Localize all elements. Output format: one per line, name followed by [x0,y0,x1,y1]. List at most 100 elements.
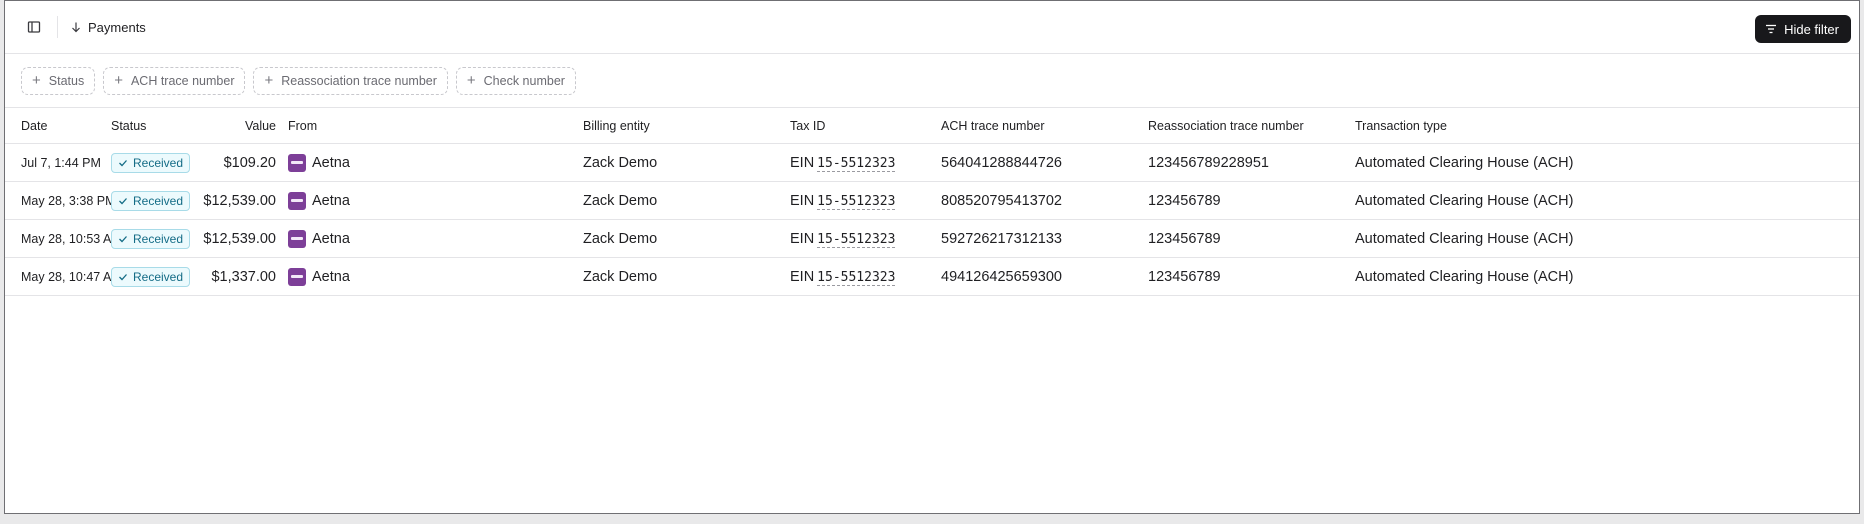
breadcrumb[interactable]: Payments [70,20,146,35]
header-divider [57,16,58,38]
ach-trace-cell: 592726217312133 [941,219,1148,258]
ach-trace-cell: 808520795413702 [941,181,1148,220]
aetna-logo-icon [288,191,306,210]
plus-icon: + [264,72,274,89]
transaction-type-cell: Automated Clearing House (ACH) [1355,219,1859,258]
app-window: Payments Hide filter + Status + ACH trac… [4,0,1860,514]
column-header-reassociation-trace[interactable]: Reassociation trace number [1148,108,1355,144]
check-icon [119,159,127,166]
ach-trace-cell: 564041288844726 [941,143,1148,182]
column-header-status[interactable]: Status [111,108,191,144]
hide-filter-button[interactable]: Hide filter [1755,15,1851,43]
arrow-down-icon [72,22,80,33]
date-cell: May 28, 10:47 AM [5,257,111,296]
check-icon [119,197,127,204]
table-row[interactable]: Jul 7, 1:44 PM Received $109.20 Aetna Za… [5,143,1859,182]
top-bar: Payments Hide filter [5,1,1859,54]
payer-name: Aetna [312,230,350,247]
plus-icon: + [114,72,123,89]
hide-filter-label: Hide filter [1784,21,1839,37]
status-label: Received [133,231,184,246]
filter-label: Check number [483,73,565,88]
tax-id-value[interactable]: 15-5512323 [817,155,896,172]
from-cell: Aetna [288,143,583,182]
status-label: Received [133,269,184,284]
billing-entity-cell: Zack Demo [583,257,790,296]
tax-id-prefix: EIN [790,154,815,171]
tax-id-cell: EIN 15-5512323 [790,219,941,258]
billing-entity-cell: Zack Demo [583,219,790,258]
filter-bar: + Status + ACH trace number + Reassociat… [5,54,1859,108]
reassociation-trace-cell: 123456789 [1148,219,1355,258]
from-cell: Aetna [288,257,583,296]
tax-id-value[interactable]: 15-5512323 [817,269,896,286]
reassociation-trace-cell: 123456789 [1148,181,1355,220]
billing-entity-cell: Zack Demo [583,143,790,182]
status-badge: Received [111,228,191,249]
value-cell: $12,539.00 [191,181,288,220]
payer-name: Aetna [312,192,350,209]
column-header-date[interactable]: Date [5,108,111,144]
from-cell: Aetna [288,181,583,220]
status-badge: Received [111,266,191,287]
payments-table: Date Status Value From Billing entity Ta… [5,108,1859,296]
filter-label: ACH trace number [130,73,235,88]
column-header-billing-entity[interactable]: Billing entity [583,108,790,144]
billing-entity-cell: Zack Demo [583,181,790,220]
transaction-type-cell: Automated Clearing House (ACH) [1355,143,1859,182]
add-ach-trace-filter[interactable]: + ACH trace number [103,66,246,95]
date-cell: Jul 7, 1:44 PM [5,143,111,182]
check-icon [119,273,127,280]
status-cell: Received [111,143,191,182]
status-cell: Received [111,257,191,296]
status-label: Received [133,155,184,170]
filter-label: Status [48,73,85,88]
sidebar-toggle-button[interactable] [21,14,47,40]
tax-id-cell: EIN 15-5512323 [790,257,941,296]
column-header-transaction-type[interactable]: Transaction type [1355,108,1859,144]
column-header-from[interactable]: From [288,108,583,144]
status-label: Received [133,193,184,208]
breadcrumb-label: Payments [88,19,146,35]
filter-lines-icon [1766,24,1777,34]
table-row[interactable]: May 28, 3:38 PM Received $12,539.00 Aetn… [5,181,1859,220]
add-status-filter[interactable]: + Status [21,66,96,95]
check-icon [119,235,127,242]
value-cell: $12,539.00 [191,219,288,258]
table-row[interactable]: May 28, 10:47 AM Received $1,337.00 Aetn… [5,257,1859,296]
table-row[interactable]: May 28, 10:53 AM Received $12,539.00 Aet… [5,219,1859,258]
status-cell: Received [111,181,191,220]
value-cell: $1,337.00 [191,257,288,296]
column-header-value[interactable]: Value [191,108,288,144]
table-header-row: Date Status Value From Billing entity Ta… [5,108,1859,144]
value-cell: $109.20 [191,143,288,182]
tax-id-cell: EIN 15-5512323 [790,143,941,182]
filter-label: Reassociation trace number [281,73,437,88]
date-cell: May 28, 3:38 PM [5,181,111,220]
aetna-logo-icon [288,267,306,286]
add-reassociation-trace-filter[interactable]: + Reassociation trace number [253,66,448,95]
sidebar-toggle-icon [27,21,41,33]
tax-id-prefix: EIN [790,230,815,247]
payer-name: Aetna [312,154,350,171]
tax-id-value[interactable]: 15-5512323 [817,193,896,210]
payer-name: Aetna [312,268,350,285]
ach-trace-cell: 494126425659300 [941,257,1148,296]
reassociation-trace-cell: 123456789 [1148,257,1355,296]
date-cell: May 28, 10:53 AM [5,219,111,258]
from-cell: Aetna [288,219,583,258]
add-check-number-filter[interactable]: + Check number [455,66,576,95]
transaction-type-cell: Automated Clearing House (ACH) [1355,257,1859,296]
status-badge: Received [111,190,191,211]
tax-id-value[interactable]: 15-5512323 [817,231,896,248]
status-cell: Received [111,219,191,258]
tax-id-prefix: EIN [790,192,815,209]
plus-icon: + [32,72,41,89]
aetna-logo-icon [288,229,306,248]
column-header-tax-id[interactable]: Tax ID [790,108,941,144]
tax-id-prefix: EIN [790,268,815,285]
column-header-ach-trace[interactable]: ACH trace number [941,108,1148,144]
status-badge: Received [111,152,191,173]
reassociation-trace-cell: 123456789228951 [1148,143,1355,182]
aetna-logo-icon [288,153,306,172]
